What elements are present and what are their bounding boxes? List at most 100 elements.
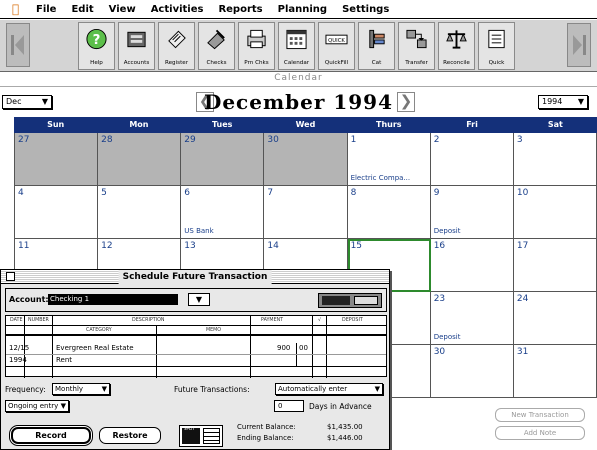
- calendar-day-cell[interactable]: 3: [513, 133, 597, 186]
- calendar-day-cell[interactable]: 4: [15, 186, 99, 239]
- calendar-day-cell[interactable]: 8: [347, 186, 431, 239]
- schedule-future-transaction-dialog: Schedule Future Transaction Account: Che…: [0, 269, 390, 450]
- toolbar-accounts-button[interactable]: Accounts: [118, 22, 155, 70]
- day-number: 29: [184, 135, 196, 145]
- day-number: 9: [433, 188, 440, 198]
- column-deposit: DEPOSIT: [342, 318, 363, 323]
- close-box-icon[interactable]: [6, 272, 15, 281]
- duration-select[interactable]: Ongoing entry ▼: [5, 400, 69, 412]
- calendar-day-cell[interactable]: 7: [264, 186, 348, 239]
- account-row: Account: Checking 1 ▼: [5, 288, 387, 312]
- toolbar-help-button[interactable]: ? Help: [78, 22, 115, 70]
- account-dropdown-button[interactable]: ▼: [188, 293, 210, 306]
- menu-reports[interactable]: Reports: [218, 4, 262, 15]
- menu-activities[interactable]: Activities: [151, 4, 204, 15]
- day-number: 24: [516, 294, 529, 304]
- icon-bar: ? Help Accounts Register Checks Prn Chks…: [0, 20, 597, 72]
- iconbar-scroll-right-button[interactable]: [567, 23, 591, 67]
- calendar-day-cell[interactable]: 27: [15, 133, 99, 186]
- calendar-day-cell[interactable]: 30: [264, 133, 348, 186]
- day-number: 5: [101, 188, 107, 198]
- menu-file[interactable]: File: [36, 4, 56, 15]
- transaction-date[interactable]: 12/15: [9, 344, 29, 352]
- record-button[interactable]: Record: [11, 427, 91, 444]
- toolbar-quickfill-button[interactable]: QUICK QuickFill: [318, 22, 355, 70]
- account-field[interactable]: Checking 1: [48, 294, 178, 305]
- weekday-label: Mon: [129, 120, 149, 129]
- toolbar-checks-button[interactable]: Checks: [198, 22, 235, 70]
- calendar-day-cell[interactable]: 31: [513, 345, 597, 398]
- days-in-advance-field[interactable]: 0: [274, 400, 304, 412]
- day-number: 28: [101, 135, 113, 145]
- toolbar-calendar-label: Calendar: [283, 60, 310, 66]
- dialog-title-bar[interactable]: Schedule Future Transaction: [1, 270, 389, 284]
- menu-bar:  File Edit View Activities Reports Plan…: [0, 0, 597, 19]
- scheduled-transaction[interactable]: Electric Compa...: [351, 174, 429, 182]
- weekday-label: Thurs: [375, 120, 402, 129]
- day-number: 27: [18, 135, 30, 145]
- next-month-button[interactable]: ❯: [397, 92, 415, 112]
- toolbar-category-label: Cat: [371, 60, 382, 66]
- scheduled-transaction[interactable]: US Bank: [184, 227, 262, 235]
- calendar-day-cell[interactable]: 17: [513, 239, 597, 292]
- transaction-row[interactable]: 12/15 Evergreen Real Estate 900 00: [6, 343, 386, 355]
- right-arrow-icon: [573, 35, 586, 55]
- apple-menu-icon[interactable]: : [12, 2, 26, 16]
- add-note-button[interactable]: Add Note: [495, 426, 585, 440]
- toolbar-category-button[interactable]: Cat: [358, 22, 395, 70]
- menu-planning[interactable]: Planning: [278, 4, 327, 15]
- split-button[interactable]: SPLIT: [179, 425, 223, 447]
- new-transaction-button[interactable]: New Transaction: [495, 408, 585, 422]
- toolbar-quick-button[interactable]: Quick: [478, 22, 515, 70]
- year-select[interactable]: 1994 ▼: [538, 95, 588, 109]
- transaction-category[interactable]: Rent: [56, 356, 72, 364]
- calendar-day-cell[interactable]: 6 US Bank: [181, 186, 265, 239]
- day-number: 10: [516, 188, 529, 198]
- calendar-day-cell[interactable]: 30: [430, 345, 514, 398]
- scheduled-transaction[interactable]: Deposit: [434, 227, 512, 235]
- calendar-day-cell[interactable]: 24: [513, 292, 597, 345]
- iconbar-scroll-left-button[interactable]: [6, 23, 30, 67]
- transaction-payment[interactable]: 900: [277, 344, 290, 352]
- restore-button[interactable]: Restore: [99, 427, 161, 444]
- toolbar-calendar-button[interactable]: Calendar: [278, 22, 315, 70]
- split-label: SPLIT: [184, 426, 195, 431]
- calendar-day-cell[interactable]: 28: [98, 133, 182, 186]
- column-payment: PAYMENT: [261, 318, 284, 323]
- register-subheader-row: CATEGORY MEMO: [6, 326, 386, 336]
- transaction-category-row[interactable]: 1994 Rent: [6, 355, 386, 367]
- calendar-day-cell[interactable]: 9 Deposit: [430, 186, 514, 239]
- transaction-payment-cents[interactable]: 00: [299, 344, 308, 352]
- toolbar-print-checks-button[interactable]: Prn Chks: [238, 22, 275, 70]
- calendar-day-cell[interactable]: 2: [430, 133, 514, 186]
- toolbar-reconcile-button[interactable]: Reconcile: [438, 22, 475, 70]
- chevron-down-icon: ▼: [195, 295, 203, 304]
- transfer-icon: [406, 29, 427, 49]
- scheduled-transaction[interactable]: Deposit: [434, 333, 512, 341]
- calendar-day-cell[interactable]: 23 Deposit: [430, 292, 514, 345]
- calendar-day-cell[interactable]: 10: [513, 186, 597, 239]
- future-transactions-select[interactable]: Automatically enter ▼: [275, 383, 383, 395]
- transaction-year: 1994: [9, 356, 27, 364]
- toolbar-accounts-label: Accounts: [123, 60, 150, 66]
- month-heading: December 1994: [203, 90, 393, 114]
- calendar-day-cell[interactable]: 1 Electric Compa...: [347, 133, 431, 186]
- register-view-toggle[interactable]: [318, 293, 382, 308]
- menu-settings[interactable]: Settings: [342, 4, 389, 15]
- transaction-payee[interactable]: Evergreen Real Estate: [56, 344, 134, 352]
- frequency-label: Frequency:: [5, 385, 46, 394]
- calendar-day-cell[interactable]: 29: [181, 133, 265, 186]
- menu-edit[interactable]: Edit: [71, 4, 93, 15]
- day-number: 31: [516, 347, 529, 357]
- toolbar-transfer-button[interactable]: Transfer: [398, 22, 435, 70]
- column-description: DESCRIPTION: [132, 318, 165, 323]
- toolbar-transfer-label: Transfer: [405, 60, 428, 66]
- day-number: 30: [267, 135, 279, 145]
- quick-entry-icon: [488, 29, 505, 49]
- frequency-select[interactable]: Monthly ▼: [52, 383, 110, 395]
- calendar-day-cell[interactable]: 5: [98, 186, 182, 239]
- calendar-day-cell[interactable]: 16: [430, 239, 514, 292]
- menu-view[interactable]: View: [109, 4, 136, 15]
- calendar-window-title: Calendar: [0, 73, 597, 87]
- toolbar-register-button[interactable]: Register: [158, 22, 195, 70]
